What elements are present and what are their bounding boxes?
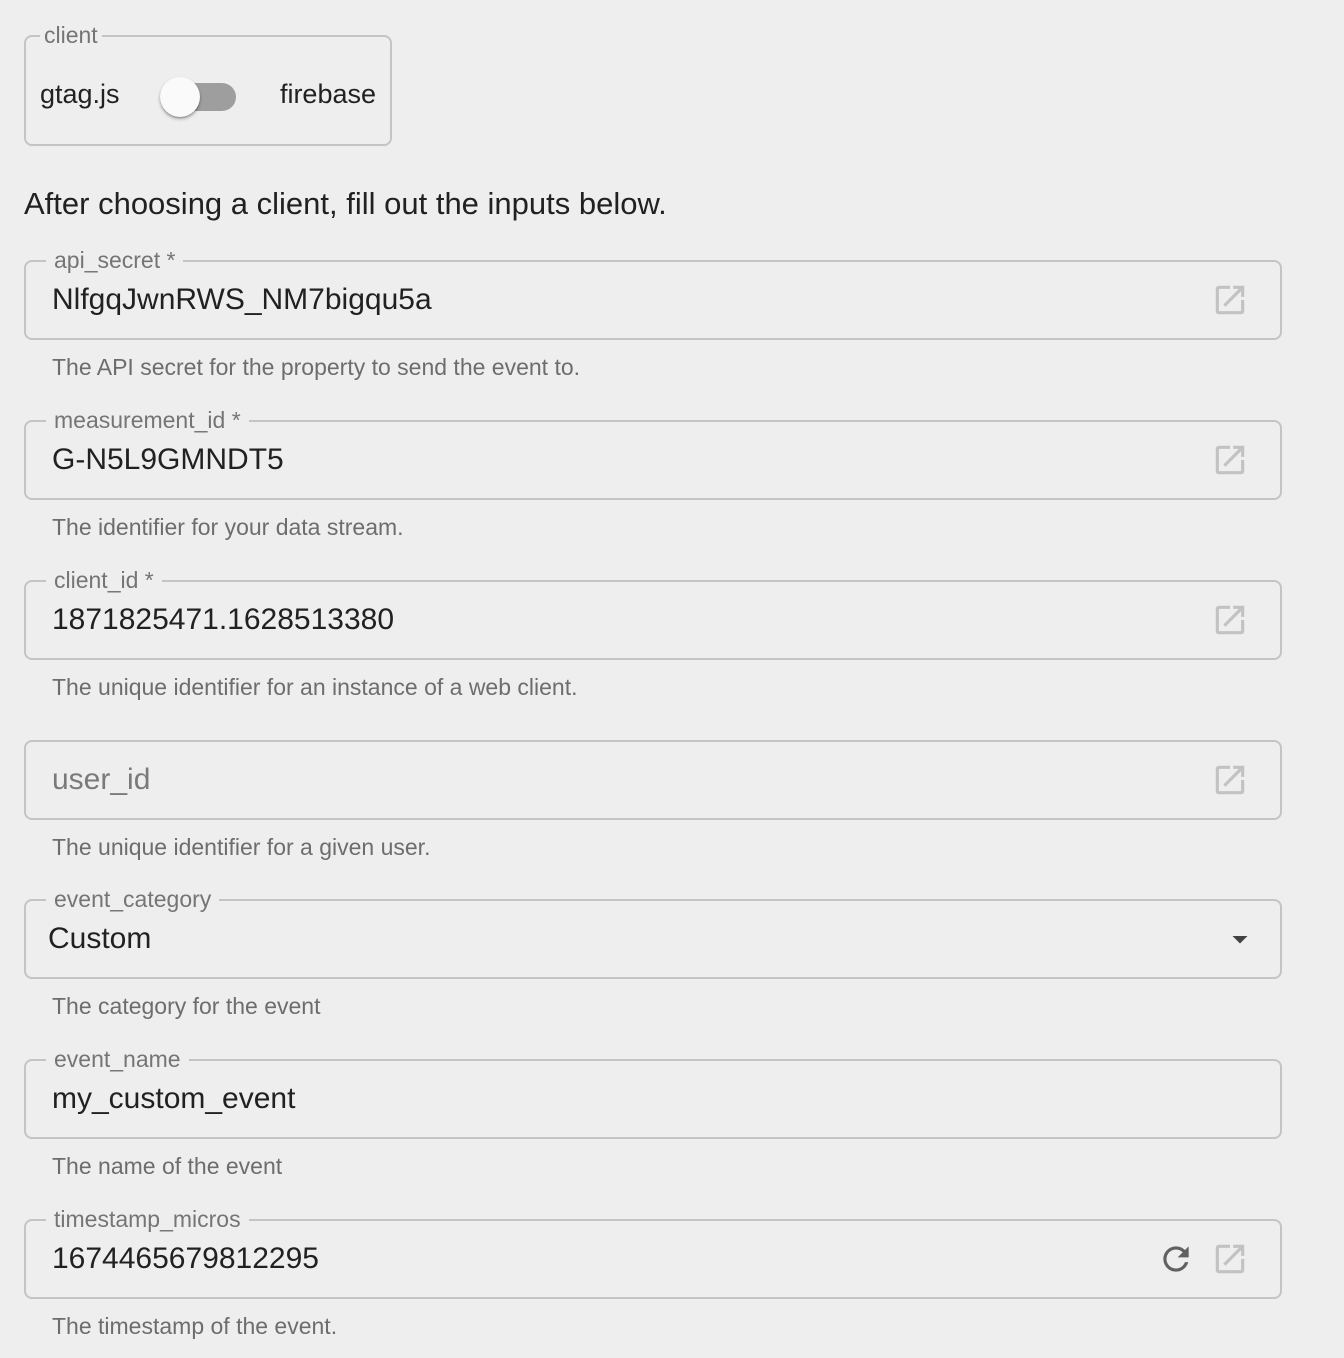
measurement-id-helper: The identifier for your data stream. — [52, 514, 404, 540]
timestamp-micros-field[interactable]: timestamp_micros 1674465679812295 — [24, 1205, 1282, 1299]
timestamp-micros-label: timestamp_micros — [46, 1205, 249, 1233]
client-switch[interactable] — [160, 77, 240, 117]
client-id-field[interactable]: client_id * 1871825471.1628513380 — [24, 566, 1282, 660]
event-category-value[interactable]: Custom — [48, 921, 151, 957]
user-id-input[interactable]: user_id — [52, 762, 150, 798]
timestamp-micros-input[interactable]: 1674465679812295 — [52, 1241, 319, 1277]
api-secret-label: api_secret * — [46, 246, 184, 274]
client-legend: client — [40, 21, 102, 49]
measurement-id-input[interactable]: G-N5L9GMNDT5 — [52, 442, 284, 478]
open-in-new-icon[interactable] — [1210, 440, 1250, 480]
client-id-label: client_id * — [46, 566, 162, 594]
open-in-new-icon[interactable] — [1210, 600, 1250, 640]
timestamp-micros-helper: The timestamp of the event. — [52, 1313, 338, 1339]
event-name-field[interactable]: event_name my_custom_event — [24, 1045, 1282, 1139]
open-in-new-icon[interactable] — [1210, 280, 1250, 320]
arrow-drop-down-icon[interactable] — [1220, 919, 1260, 959]
measurement-id-field[interactable]: measurement_id * G-N5L9GMNDT5 — [24, 406, 1282, 500]
api-secret-helper: The API secret for the property to send … — [52, 354, 581, 380]
event-category-label: event_category — [46, 885, 220, 913]
event-name-label: event_name — [46, 1045, 189, 1073]
switch-thumb[interactable] — [160, 77, 200, 117]
measurement-id-label: measurement_id * — [46, 406, 249, 434]
event-name-helper: The name of the event — [52, 1153, 283, 1179]
event-category-select[interactable]: event_category Custom — [24, 885, 1282, 979]
client-id-input[interactable]: 1871825471.1628513380 — [52, 602, 394, 638]
user-id-helper: The unique identifier for a given user. — [52, 834, 431, 860]
refresh-icon[interactable] — [1156, 1239, 1196, 1279]
event-category-helper: The category for the event — [52, 993, 321, 1019]
api-secret-field[interactable]: api_secret * NlfgqJwnRWS_NM7bigqu5a — [24, 246, 1282, 340]
user-id-field[interactable]: user_id — [24, 740, 1282, 820]
client-option-firebase[interactable]: firebase — [280, 78, 376, 110]
client-option-gtag[interactable]: gtag.js — [40, 78, 120, 110]
client-id-helper: The unique identifier for an instance of… — [52, 674, 578, 700]
api-secret-input[interactable]: NlfgqJwnRWS_NM7bigqu5a — [52, 282, 432, 318]
client-fieldset: client gtag.js firebase — [24, 21, 392, 146]
intro-text: After choosing a client, fill out the in… — [24, 186, 667, 221]
open-in-new-icon[interactable] — [1210, 1239, 1250, 1279]
open-in-new-icon[interactable] — [1210, 760, 1250, 800]
event-name-input[interactable]: my_custom_event — [52, 1081, 295, 1117]
